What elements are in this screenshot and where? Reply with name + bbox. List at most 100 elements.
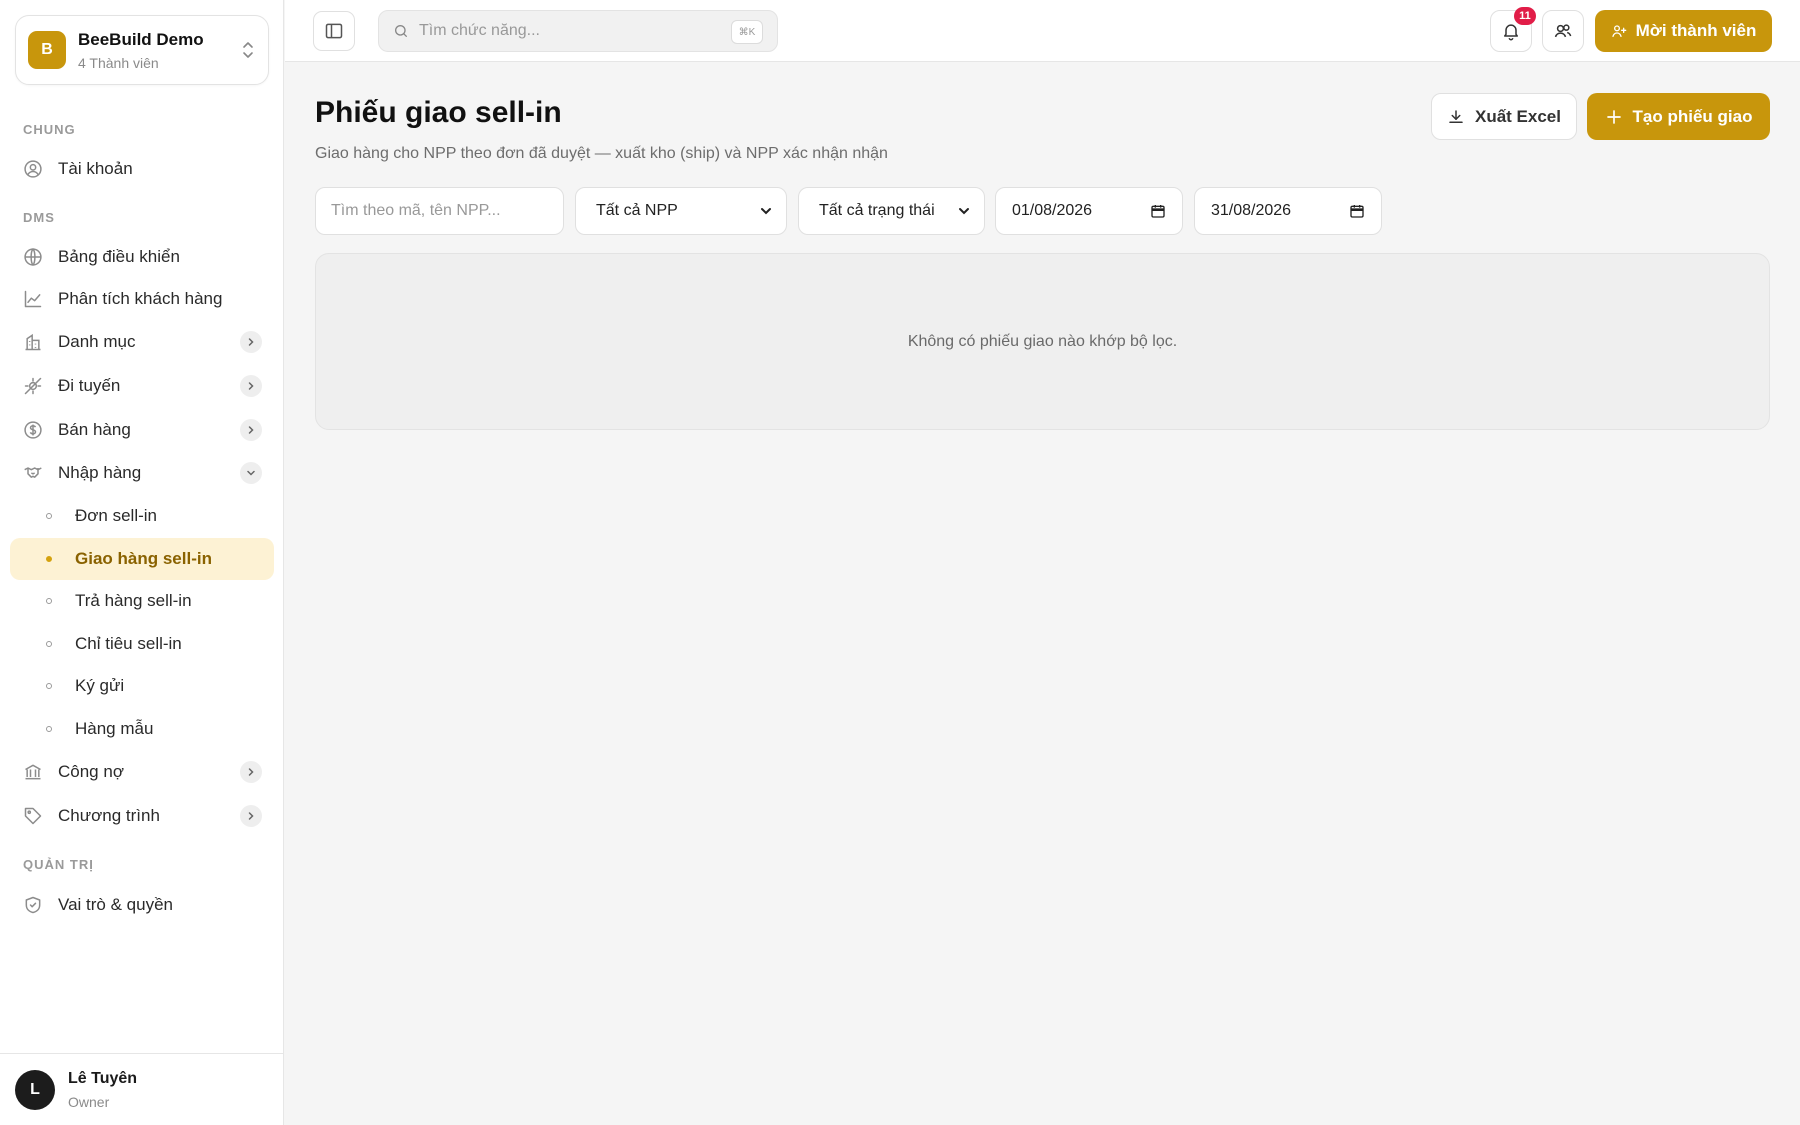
status-select-value: Tất cả trạng thái bbox=[819, 202, 935, 219]
page-title: Phiếu giao sell-in bbox=[315, 96, 562, 129]
org-logo: B bbox=[28, 31, 66, 69]
chevron-right-icon[interactable] bbox=[240, 375, 262, 397]
sidebar-item-label: Đi tuyến bbox=[58, 376, 121, 395]
chevron-down-icon bbox=[760, 205, 772, 217]
org-switcher[interactable]: B BeeBuild Demo 4 Thành viên bbox=[15, 15, 269, 85]
sidebar-item-programs[interactable]: Chương trình bbox=[10, 795, 274, 837]
handshake-icon bbox=[23, 463, 43, 483]
shield-icon bbox=[23, 895, 43, 915]
date-to-field[interactable]: 31/08/2026 bbox=[1194, 187, 1382, 235]
building-icon bbox=[23, 332, 43, 352]
sidebar-item-routes[interactable]: Đi tuyến bbox=[10, 365, 274, 407]
sidebar-subitem-returns[interactable]: Trả hàng sell-in bbox=[10, 580, 274, 622]
sidebar-subitem-delivery[interactable]: Giao hàng sell-in bbox=[10, 538, 274, 580]
sidebar-item-label: Công nợ bbox=[58, 762, 124, 781]
bullet-icon bbox=[46, 556, 52, 562]
search-field-placeholder: Tìm theo mã, tên NPP... bbox=[331, 202, 501, 219]
org-name: BeeBuild Demo bbox=[78, 29, 204, 49]
sidebar-item-label: Phân tích khách hàng bbox=[58, 289, 223, 308]
section-label-general: CHUNG bbox=[23, 122, 76, 137]
user-role: Owner bbox=[68, 1093, 110, 1110]
invite-member-label: Mời thành viên bbox=[1635, 21, 1757, 40]
sidebar-item-roles[interactable]: Vai trò & quyền bbox=[10, 884, 274, 926]
panel-left-icon bbox=[325, 23, 343, 39]
sidebar-item-label: Bảng điều khiển bbox=[58, 247, 180, 266]
chevron-right-icon[interactable] bbox=[240, 331, 262, 353]
chevron-right-icon[interactable] bbox=[240, 761, 262, 783]
status-select[interactable]: Tất cả trạng thái bbox=[798, 187, 985, 235]
sidebar-item-debt[interactable]: Công nợ bbox=[10, 751, 274, 793]
sidebar-subitem-samples[interactable]: Hàng mẫu bbox=[10, 708, 274, 750]
sidebar-item-label: Nhập hàng bbox=[58, 463, 142, 482]
export-excel-button[interactable]: Xuất Excel bbox=[1431, 93, 1577, 140]
shortcut-hint: ⌘K bbox=[731, 20, 763, 44]
sidebar-item-sales[interactable]: Bán hàng bbox=[10, 409, 274, 451]
bullet-icon bbox=[46, 683, 52, 689]
sidebar-item-customer-analytics[interactable]: Phân tích khách hàng bbox=[10, 278, 274, 320]
calendar-icon[interactable] bbox=[1150, 203, 1166, 219]
create-delivery-button[interactable]: Tạo phiếu giao bbox=[1587, 93, 1770, 140]
org-members: 4 Thành viên bbox=[78, 54, 159, 71]
date-from-field[interactable]: 01/08/2026 bbox=[995, 187, 1183, 235]
route-icon bbox=[23, 376, 43, 396]
sidebar-toggle-button[interactable] bbox=[313, 11, 355, 51]
user-name: Lê Tuyên bbox=[68, 1069, 138, 1087]
sidebar-subitem-targets[interactable]: Chỉ tiêu sell-in bbox=[10, 623, 274, 665]
topbar: ⌘K 11 Mời thành viên bbox=[285, 0, 1800, 62]
distributor-select[interactable]: Tất cả NPP bbox=[575, 187, 787, 235]
calendar-icon[interactable] bbox=[1349, 203, 1365, 219]
sidebar-subitem-consignment[interactable]: Ký gửi bbox=[10, 665, 274, 707]
sidebar-subitem-label: Chỉ tiêu sell-in bbox=[75, 634, 182, 653]
page-subtitle: Giao hàng cho NPP theo đơn đã duyệt — xu… bbox=[315, 145, 888, 162]
chevron-right-icon[interactable] bbox=[240, 805, 262, 827]
sidebar-item-account[interactable]: Tài khoản bbox=[10, 148, 274, 190]
search-icon bbox=[395, 25, 407, 37]
bullet-icon bbox=[46, 513, 52, 519]
sidebar-subitem-orders[interactable]: Đơn sell-in bbox=[10, 495, 274, 537]
sidebar-subitem-label: Trả hàng sell-in bbox=[75, 591, 192, 610]
download-icon bbox=[1447, 108, 1465, 126]
sidebar-item-purchasing[interactable]: Nhập hàng bbox=[10, 452, 274, 494]
chevron-down-icon[interactable] bbox=[240, 462, 262, 484]
user-circle-icon bbox=[23, 159, 43, 179]
avatar: L bbox=[15, 1069, 55, 1110]
tag-icon bbox=[23, 806, 43, 826]
sidebar-item-label: Danh mục bbox=[58, 332, 136, 351]
command-search[interactable]: ⌘K bbox=[378, 10, 778, 52]
sidebar-subitem-label: Đơn sell-in bbox=[75, 506, 158, 525]
sidebar-item-label: Bán hàng bbox=[58, 420, 131, 439]
section-label-admin: QUẢN TRỊ bbox=[23, 857, 94, 872]
chart-line-icon bbox=[23, 289, 43, 309]
distributor-select-value: Tất cả NPP bbox=[596, 202, 678, 219]
sidebar-item-catalog[interactable]: Danh mục bbox=[10, 321, 274, 363]
sidebar-item-label: Tài khoản bbox=[58, 159, 133, 178]
date-to-value: 31/08/2026 bbox=[1211, 202, 1292, 219]
bullet-icon bbox=[46, 641, 52, 647]
sidebar-item-label: Vai trò & quyền bbox=[58, 895, 173, 914]
command-search-input[interactable] bbox=[419, 22, 719, 40]
bullet-icon bbox=[46, 598, 52, 604]
sidebar-subitem-label: Giao hàng sell-in bbox=[75, 549, 212, 568]
sidebar-item-label: Chương trình bbox=[58, 806, 160, 825]
members-button[interactable] bbox=[1542, 10, 1584, 52]
notifications-button[interactable]: 11 bbox=[1490, 7, 1536, 52]
invite-member-button[interactable]: Mời thành viên bbox=[1595, 10, 1772, 52]
create-delivery-label: Tạo phiếu giao bbox=[1632, 106, 1753, 126]
section-label-dms: DMS bbox=[23, 210, 55, 225]
chevron-down-icon bbox=[958, 205, 970, 217]
search-field[interactable]: Tìm theo mã, tên NPP... bbox=[315, 187, 564, 235]
user-plus-icon bbox=[1611, 23, 1627, 39]
sidebar-subitem-label: Ký gửi bbox=[75, 676, 125, 695]
date-from-value: 01/08/2026 bbox=[1012, 202, 1093, 219]
notification-count-badge: 11 bbox=[1514, 7, 1536, 25]
export-excel-label: Xuất Excel bbox=[1475, 106, 1561, 126]
user-menu[interactable]: L Lê Tuyên Owner bbox=[0, 1053, 284, 1125]
dollar-circle-icon bbox=[23, 420, 43, 440]
chevron-up-down-icon bbox=[240, 39, 256, 61]
sidebar-subitem-label: Hàng mẫu bbox=[75, 719, 154, 738]
chevron-right-icon[interactable] bbox=[240, 419, 262, 441]
empty-state-message: Không có phiếu giao nào khớp bộ lọc. bbox=[907, 332, 1178, 350]
empty-state: Không có phiếu giao nào khớp bộ lọc. bbox=[315, 253, 1770, 430]
plus-icon bbox=[1605, 108, 1623, 126]
sidebar-item-dashboard[interactable]: Bảng điều khiển bbox=[10, 236, 274, 278]
